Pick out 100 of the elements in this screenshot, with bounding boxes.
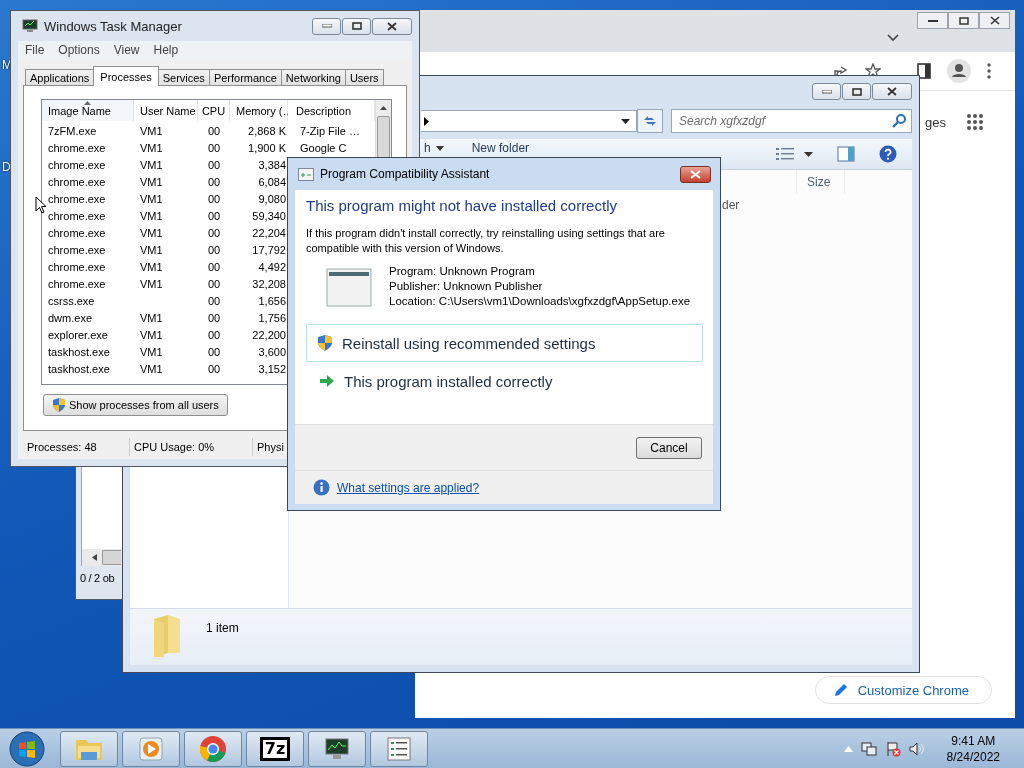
table-cell-text: 00 (206, 176, 222, 189)
menu-icon[interactable] (987, 63, 991, 79)
new-folder-button[interactable]: New folder (471, 141, 530, 155)
maximize-button[interactable] (842, 83, 871, 100)
table-cell-text: chrome.exe (47, 193, 107, 206)
table-cell-text: 9,080 (257, 193, 287, 206)
taskbar-button[interactable]: 7z (246, 730, 304, 767)
toolbar-menu[interactable]: h (424, 141, 444, 155)
maximize-button[interactable] (342, 17, 371, 35)
table-cell-text: VM1 (139, 142, 164, 155)
program-detail: Publisher: Unknown Publisher (389, 279, 544, 294)
table-cell-text: explorer.exe (47, 329, 109, 342)
table-cell-text: chrome.exe (47, 210, 107, 223)
window-title: Windows Task Manager (44, 18, 182, 34)
search-field[interactable]: Search xgfxzdgf (671, 109, 912, 133)
clock-time[interactable]: 9:41 AM (951, 732, 996, 749)
table-cell-text: 00 (206, 261, 222, 274)
close-button[interactable] (872, 83, 912, 100)
column-header[interactable]: Description (288, 100, 375, 121)
show-all-button[interactable]: Show processes from all users (43, 394, 228, 416)
window-title: Program Compatibility Assistant (320, 167, 490, 181)
search-icon[interactable] (892, 114, 906, 128)
table-cell-text: chrome.exe (47, 159, 107, 172)
table-cell-text: 1,656 (257, 295, 287, 308)
tab[interactable]: Processes (93, 66, 159, 86)
scrollbar[interactable] (81, 549, 122, 566)
table-cell-text: chrome.exe (47, 261, 107, 274)
table-cell-text: VM1 (139, 244, 164, 257)
close-button[interactable] (680, 165, 711, 183)
link-text[interactable]: ges (925, 114, 946, 130)
table-cell-text: VM1 (139, 329, 164, 342)
apps-grid-icon[interactable] (966, 113, 984, 131)
scroll-thumb[interactable] (102, 550, 121, 565)
command-link[interactable]: Reinstall using recommended settings (306, 324, 703, 362)
help-link[interactable]: What settings are applied? (337, 480, 480, 495)
customize-button[interactable]: Customize Chrome (814, 676, 992, 704)
program-icon (326, 268, 372, 308)
triangle-icon[interactable] (424, 116, 429, 126)
side-panel-icon[interactable] (917, 63, 931, 79)
caret-icon (435, 145, 444, 151)
network-icon[interactable] (860, 740, 877, 757)
table-cell-text: VM1 (139, 261, 164, 274)
table-cell-text: VM1 (139, 278, 164, 291)
status-text: 0 / 2 ob (80, 572, 116, 584)
menu-item[interactable]: View (113, 43, 140, 57)
flag-icon[interactable] (884, 740, 901, 757)
dialog-heading: This program might not have installed correctly (306, 197, 618, 214)
table-cell-text: 6,084 (257, 176, 287, 189)
profile-icon[interactable] (947, 59, 971, 83)
shield-icon (52, 397, 66, 413)
caret-icon[interactable] (804, 151, 813, 157)
table-cell-text: 4,492 (257, 261, 287, 274)
taskbar-button[interactable] (308, 730, 366, 767)
table-cell-text: chrome.exe (47, 142, 107, 155)
column-header[interactable]: Size (796, 170, 846, 194)
archive-logo: 7z (259, 736, 291, 761)
scroll-left-icon[interactable] (92, 554, 97, 561)
table-cell-text: VM1 (139, 312, 164, 325)
preview-pane-icon[interactable] (837, 146, 855, 162)
maximize-button[interactable] (948, 12, 979, 29)
view-list-icon[interactable] (776, 147, 794, 161)
share-icon[interactable] (833, 64, 849, 78)
close-button[interactable] (372, 17, 412, 35)
table-cell-text: 00 (206, 312, 222, 325)
table-cell-text: chrome.exe (47, 176, 107, 189)
table-cell-text: 1,900 K (247, 142, 287, 155)
desktop-icon-label[interactable]: M (2, 58, 12, 72)
speaker-icon[interactable] (908, 740, 925, 757)
cancel-button[interactable]: Cancel (636, 436, 702, 459)
table-cell-text: VM1 (139, 159, 164, 172)
table-cell-text: 7-Zip File … (299, 125, 361, 138)
table-cell-text: VM1 (139, 210, 164, 223)
scroll-up-icon[interactable] (380, 106, 387, 110)
table-cell-text: 00 (206, 227, 222, 240)
table-cell-text: 17,792 (251, 244, 287, 257)
minimize-button[interactable] (917, 12, 948, 29)
menu-item[interactable]: Options (58, 43, 100, 57)
table-cell-text: VM1 (139, 125, 164, 138)
menu-item[interactable]: Help (153, 43, 179, 57)
desktop-icon-label[interactable]: D (2, 160, 12, 174)
windows-logo-icon (9, 730, 45, 767)
program-detail: Program: Unknown Program (389, 264, 536, 279)
pencil-icon (833, 683, 848, 697)
list-icon (386, 735, 412, 762)
table-cell-text: csrss.exe (47, 295, 96, 308)
info-icon (313, 479, 330, 496)
minimize-icon (321, 24, 332, 28)
close-icon (887, 87, 897, 96)
table-cell-text: VM1 (139, 363, 164, 376)
clock-date[interactable]: 8/24/2022 (946, 748, 1000, 765)
table-cell-text: 32,208 (251, 278, 287, 291)
scroll-thumb[interactable] (377, 116, 390, 158)
chevron-down-icon[interactable] (887, 34, 899, 42)
menu-item[interactable]: File (25, 43, 45, 57)
close-button[interactable] (979, 12, 1010, 29)
refresh-button[interactable] (637, 109, 663, 133)
caret-icon[interactable] (621, 118, 631, 124)
column-header[interactable]: Image Name (42, 100, 134, 121)
table-cell-text: 59,340 (251, 210, 287, 223)
help-icon[interactable] (879, 145, 897, 163)
